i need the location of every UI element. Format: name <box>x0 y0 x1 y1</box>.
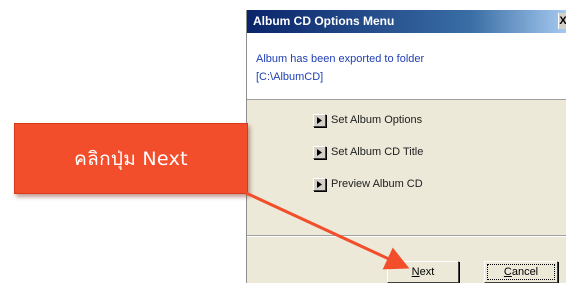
tutorial-screenshot: Album CD Options Menu X Album has been e… <box>0 0 566 283</box>
menu-item-set-album-options[interactable]: Set Album Options <box>313 111 422 129</box>
title-bar: Album CD Options Menu X <box>247 10 566 33</box>
export-message: Album has been exported to folder <box>256 53 425 65</box>
menu-item-preview-album-cd[interactable]: Preview Album CD <box>313 175 423 193</box>
menu-item-label: Set Album Options <box>331 114 423 126</box>
play-arrow-icon <box>313 177 326 191</box>
menu-item-label: Preview Album CD <box>331 178 423 190</box>
dialog-title: Album CD Options Menu <box>253 14 395 28</box>
close-icon: X <box>559 15 566 27</box>
export-folder-path: [C:\AlbumCD] <box>256 71 324 83</box>
menu-item-set-album-cd-title[interactable]: Set Album CD Title <box>313 143 423 161</box>
album-cd-options-dialog: Album CD Options Menu X Album has been e… <box>246 10 566 283</box>
close-button[interactable]: X <box>558 13 566 29</box>
next-button[interactable]: Next <box>387 261 459 283</box>
info-panel: Album has been exported to folder [C:\Al… <box>247 33 566 100</box>
play-arrow-icon <box>313 145 326 159</box>
divider <box>247 235 566 237</box>
play-arrow-icon <box>313 113 326 127</box>
instruction-text: คลิกปุ่ม Next <box>74 147 188 170</box>
instruction-callout: คลิกปุ่ม Next <box>14 123 248 194</box>
menu-item-label: Set Album CD Title <box>331 146 424 158</box>
cancel-button[interactable]: Cancel <box>484 261 558 283</box>
